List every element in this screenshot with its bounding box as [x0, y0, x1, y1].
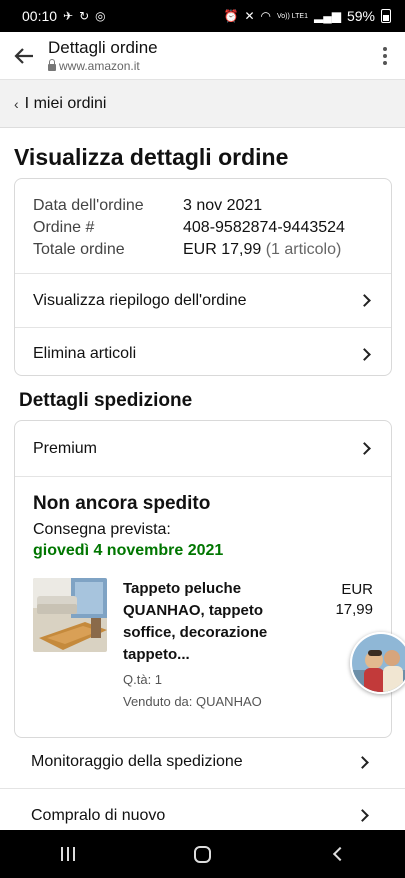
chat-head-avatar[interactable] — [350, 632, 405, 694]
delete-items-label: Elimina articoli — [33, 345, 137, 362]
clock: 00:10 — [22, 8, 58, 24]
alarm-icon: ⏰ — [223, 9, 239, 23]
browser-title: Dettagli ordine — [48, 37, 158, 57]
order-total-value: EUR 17,99 — [183, 241, 262, 258]
lock-icon — [48, 58, 56, 71]
back-chevron-icon — [332, 846, 347, 862]
order-date-label: Data dell'ordine — [33, 197, 144, 214]
page-title: Visualizza dettagli ordine — [14, 144, 289, 170]
chevron-right-icon — [358, 442, 371, 455]
system-back-button[interactable] — [308, 830, 368, 878]
breadcrumb-label: I miei ordini — [24, 94, 107, 112]
chevron-right-icon — [358, 294, 371, 307]
product-image[interactable] — [33, 578, 107, 652]
messenger-icon: ◎ — [95, 9, 106, 23]
buy-again-label: Compralo di nuovo — [31, 806, 166, 824]
chevron-right-icon — [356, 809, 369, 822]
recents-button[interactable] — [38, 830, 98, 878]
system-nav-bar — [0, 830, 405, 878]
shipping-section-title: Dettagli spedizione — [19, 390, 193, 411]
battery-icon — [381, 9, 391, 23]
shipment-status: Non ancora spedito — [33, 493, 211, 514]
buy-again-link[interactable]: Compralo di nuovo — [0, 789, 405, 830]
main-content: Visualizza dettagli ordine Data dell'ord… — [0, 128, 405, 830]
back-arrow-icon[interactable] — [0, 32, 48, 80]
wifi-icon: ◠ — [260, 9, 271, 23]
status-bar: 00:10 ✈ ↻ ◎ ⏰ ✕ ◠ Vo)) LTE1 ▂▄▆ 59% — [0, 0, 405, 32]
home-button[interactable] — [173, 830, 233, 878]
order-info: Data dell'ordine 3 nov 2021 Ordine # 408… — [15, 179, 391, 274]
browser-url: www.amazon.it — [48, 58, 365, 74]
signal-icon: ▂▄▆ — [314, 9, 341, 23]
price-amount: 17,99 — [335, 601, 373, 618]
premium-row[interactable]: Premium — [15, 421, 391, 477]
more-options-icon[interactable] — [365, 32, 405, 80]
chevron-right-icon — [358, 347, 371, 361]
track-package-link[interactable]: Monitoraggio della spedizione — [0, 736, 405, 789]
delete-items-link[interactable]: Elimina articoli — [15, 327, 391, 375]
browser-header: Dettagli ordine www.amazon.it — [0, 32, 405, 80]
chevron-right-icon — [356, 755, 369, 769]
battery-percent: 59% — [346, 8, 375, 24]
item-quantity: Q.tà: 1 — [123, 672, 163, 687]
url-text: www.amazon.it — [59, 58, 140, 73]
order-item: Tappeto peluche QUANHAO, tappeto soffice… — [33, 578, 373, 710]
delivery-date: giovedì 4 novembre 2021 — [33, 542, 224, 559]
delivery-label: Consegna prevista: — [33, 521, 171, 538]
item-seller: Venduto da: QUANHAO — [123, 694, 262, 709]
order-item-count: (1 articolo) — [265, 241, 342, 258]
track-package-label: Monitoraggio della spedizione — [31, 753, 243, 770]
sync-icon: ↻ — [79, 9, 90, 23]
price-currency: EUR — [341, 581, 373, 598]
order-total-label: Totale ordine — [33, 241, 125, 258]
view-summary-link[interactable]: Visualizza riepilogo dell'ordine — [15, 274, 391, 327]
breadcrumb[interactable]: ‹ I miei ordini — [0, 80, 405, 128]
chevron-left-icon: ‹ — [14, 95, 19, 112]
order-summary-card: Data dell'ordine 3 nov 2021 Ordine # 408… — [14, 178, 392, 376]
mute-icon: ✕ — [244, 9, 255, 23]
shipment-card: Premium Non ancora spedito Consegna prev… — [14, 420, 392, 738]
order-number-value: 408-9582874-9443524 — [183, 219, 345, 236]
notification-icon: ✈ — [63, 9, 74, 23]
recents-icon — [60, 847, 75, 861]
premium-label: Premium — [33, 439, 98, 457]
home-icon — [194, 845, 211, 863]
volte-label: Vo)) LTE1 — [277, 12, 308, 20]
view-summary-label: Visualizza riepilogo dell'ordine — [33, 291, 247, 309]
product-title-link[interactable]: Tappeto peluche QUANHAO, tappeto soffice… — [123, 578, 313, 666]
order-date-value: 3 nov 2021 — [183, 197, 263, 214]
order-number-label: Ordine # — [33, 219, 95, 236]
